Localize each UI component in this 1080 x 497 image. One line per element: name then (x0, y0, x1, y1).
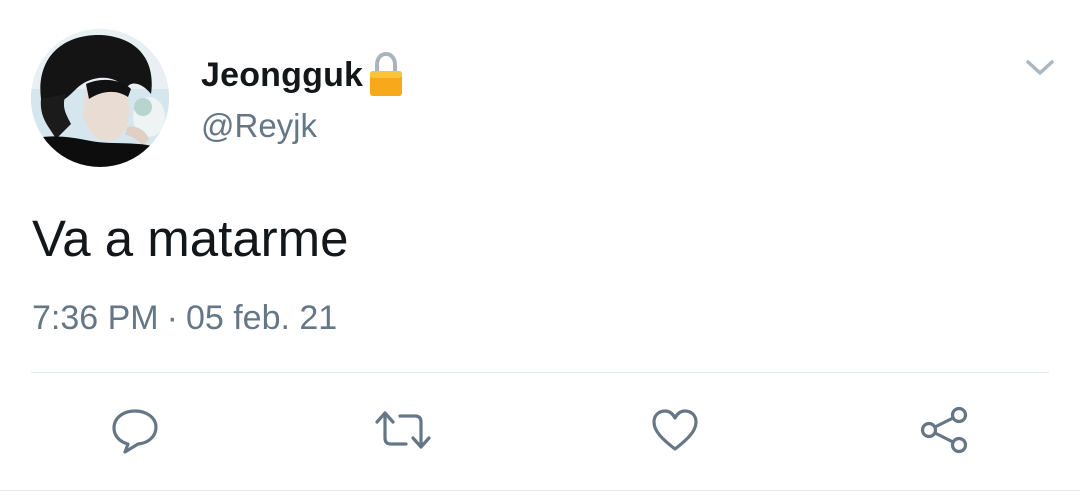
tweet-text: Va a matarme (32, 210, 349, 267)
tweet-time: 7:36 PM (32, 299, 159, 337)
tweet-card: Jeongguk @Reyjk Va a matarme 7:36 PM · 05 … (0, 0, 1080, 497)
display-name-row: Jeongguk (201, 51, 404, 98)
avatar[interactable] (31, 29, 169, 167)
divider (31, 372, 1049, 373)
display-name[interactable]: Jeongguk (201, 56, 363, 95)
like-button[interactable] (649, 404, 701, 456)
share-icon (918, 405, 970, 455)
tweet-date: 05 feb. 21 (185, 299, 338, 337)
heart-icon (650, 407, 700, 453)
tweet-timestamp[interactable]: 7:36 PM · 05 feb. 21 (32, 296, 337, 340)
lock-icon (368, 51, 404, 98)
reply-icon (110, 406, 160, 454)
meta-separator: · (166, 299, 178, 337)
reply-button[interactable] (109, 404, 161, 456)
bottom-divider (0, 490, 1080, 491)
retweet-button[interactable] (374, 404, 432, 456)
retweet-icon (374, 408, 432, 452)
chevron-down-icon[interactable] (1022, 54, 1058, 80)
user-handle[interactable]: @Reyjk (201, 107, 317, 145)
share-button[interactable] (918, 404, 970, 456)
